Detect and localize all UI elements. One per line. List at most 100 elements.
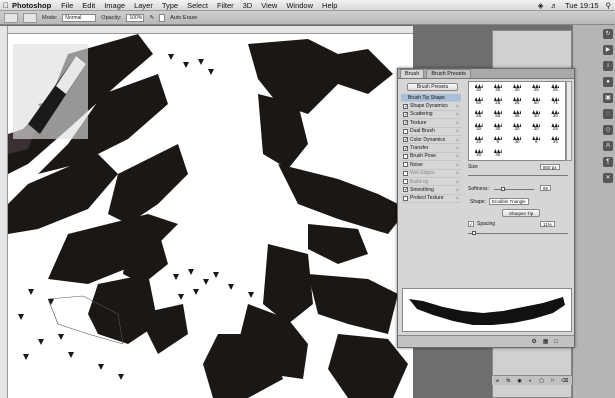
brush-tip-cell[interactable]: 30 [469,147,488,157]
lock-icon[interactable]: ⌂ [456,194,459,202]
brush-tip-cell[interactable]: 30 [507,82,526,92]
info-icon[interactable]: i [603,61,613,71]
brush-tip-cell[interactable]: 30 [527,108,546,118]
brush-tip-cell[interactable]: 36 [507,108,526,118]
brush-option-checkbox[interactable] [403,128,408,134]
menu-window[interactable]: Window [286,1,313,10]
brush-tip-cell[interactable]: 9 [527,134,546,144]
adjustment-icon[interactable]: ◐ [529,378,532,384]
brush-tip-cell[interactable]: 30 [488,121,507,131]
mode-select[interactable]: Normal [62,13,97,22]
brush-option-checkbox[interactable] [403,153,408,159]
trash-icon[interactable]: ⌫ [561,378,568,384]
softness-field[interactable]: 86 [540,185,552,191]
lock-icon[interactable]: ⌂ [456,144,459,152]
brush-tip-cell[interactable]: 25 [546,82,565,92]
brush-tip-cell[interactable]: 71 [546,95,565,105]
clock[interactable]: Tue 19:15 [565,1,599,10]
lock-icon[interactable]: ⌂ [456,136,459,144]
group-icon[interactable]: ▢ [539,378,544,384]
opacity-field[interactable]: 100% [126,13,145,22]
brush-tip-cell[interactable]: 25 [507,95,526,105]
size-slider[interactable] [468,175,568,176]
menu-select[interactable]: Select [187,1,208,10]
brush-tip-cell[interactable]: 50 [469,95,488,105]
brush-picker[interactable] [23,12,37,23]
mask-icon[interactable]: ◉ [517,378,521,384]
brush-tip-cell[interactable]: 30 [546,108,565,118]
spacing-slider[interactable] [468,233,568,234]
layers-icon[interactable]: ▣ [603,93,613,103]
sharpen-tip-button[interactable]: Sharpen Tip [502,209,541,217]
menu-filter[interactable]: Filter [217,1,234,10]
auto-erase-checkbox[interactable] [159,13,166,22]
spotlight-icon[interactable]: ⚲ [606,1,612,10]
toggle-preview-icon[interactable]: ⚙ [531,338,536,345]
brush-option-checkbox[interactable] [403,162,408,168]
tools-icon[interactable]: ✕ [603,173,613,183]
menu-view[interactable]: View [261,1,277,10]
lock-icon[interactable]: ⌂ [456,110,459,118]
brush-tip-cell[interactable]: 9 [488,134,507,144]
menu-image[interactable]: Image [104,1,125,10]
menu-file[interactable]: File [61,1,73,10]
menu-3d[interactable]: 3D [243,1,253,10]
paragraph-icon[interactable]: ¶ [603,157,613,167]
wifi-icon[interactable]: ◈ [538,1,544,10]
brush-option-checkbox[interactable]: ✓ [403,111,408,117]
brush-option-checkbox[interactable] [403,179,408,185]
spacing-slider-knob[interactable] [472,231,476,235]
menu-type[interactable]: Type [162,1,178,10]
menu-edit[interactable]: Edit [82,1,95,10]
spacing-checkbox[interactable]: ✓ [468,221,474,227]
brush-tip-cell[interactable]: 25 [546,134,565,144]
brush-option-checkbox[interactable]: ✓ [403,103,408,109]
tool-preset-picker[interactable] [4,12,18,23]
brush-tip-cell[interactable]: 30 [507,121,526,131]
tab-brush[interactable]: Brush [400,69,425,78]
brush-tip-cell[interactable]: 30 [527,121,546,131]
shape-select[interactable]: Erodible Triangle [488,198,529,205]
lock-icon[interactable]: ⌂ [456,178,459,186]
lock-icon[interactable]: ⌂ [456,127,459,135]
fx-icon[interactable]: fx [506,378,510,384]
brush-grid-scrollbar[interactable] [566,81,572,161]
menu-help[interactable]: Help [322,1,337,10]
paths-icon[interactable]: ◇ [603,125,613,135]
brush-tip-cell[interactable]: 30 [507,134,526,144]
apple-icon[interactable]:  [0,1,12,10]
brush-tip-cell[interactable]: 20 [469,134,488,144]
color-icon[interactable]: ● [603,77,613,87]
new-layer-icon[interactable]: □ [551,378,554,384]
brush-option-checkbox[interactable]: ✓ [403,137,408,143]
history-icon[interactable]: ↻ [603,29,613,39]
lock-icon[interactable]: ⌂ [456,169,459,177]
brush-tip-cell[interactable]: 50 [488,108,507,118]
brush-tip-cell[interactable]: 25 [488,95,507,105]
brush-tip-cell[interactable]: 30 [488,82,507,92]
character-icon[interactable]: A [603,141,613,151]
pressure-icon[interactable]: ✎ [149,15,154,21]
tab-brush-presets[interactable]: Brush Presets [426,69,471,78]
lock-icon[interactable]: ⌂ [456,102,459,110]
app-menu[interactable]: Photoshop [12,1,51,10]
menu-layer[interactable]: Layer [134,1,153,10]
brush-option-item[interactable]: Protect Texture ⌂ [401,194,461,204]
actions-icon[interactable]: ▶ [603,45,613,55]
spacing-field[interactable]: 11% [540,221,555,227]
brush-tip-grid[interactable]: 30 30 30 25 25 50 25 25 50 71 25 50 36 30 30 30 30 30 30 25… [468,81,566,161]
brush-tip-cell[interactable]: 25 [546,121,565,131]
brush-tip-cell[interactable]: 25 [527,82,546,92]
brush-option-checkbox[interactable] [403,170,408,176]
brush-option-checkbox[interactable]: ✓ [403,120,408,126]
softness-slider[interactable] [494,189,534,190]
brush-option-checkbox[interactable]: ✓ [403,187,408,193]
channels-icon[interactable]: ◌ [603,109,613,119]
brush-option-checkbox[interactable]: ✓ [403,145,408,151]
brush-tip-cell[interactable]: 50 [527,95,546,105]
volume-icon[interactable]: ♬ [551,1,559,10]
document-canvas[interactable] [8,34,413,398]
grid-view-icon[interactable]: ▦ [543,338,549,345]
brush-presets-button[interactable]: Brush Presets [407,83,458,91]
link-layers-icon[interactable]: ∞ [496,378,500,384]
